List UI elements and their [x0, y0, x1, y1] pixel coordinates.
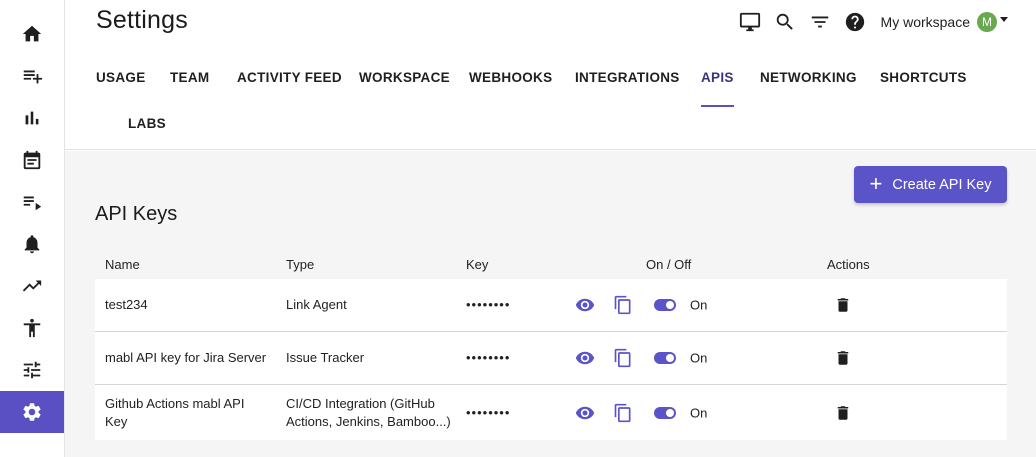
tab-team[interactable]: TEAM [170, 56, 209, 108]
copy-icon[interactable] [612, 347, 634, 369]
api-key-masked: •••••••• [466, 297, 511, 312]
sidebar-item-configuration[interactable] [0, 349, 64, 391]
tab-labs[interactable]: LABS [128, 102, 166, 154]
tab-usage[interactable]: USAGE [96, 56, 146, 108]
tab-integrations[interactable]: INTEGRATIONS [575, 56, 680, 108]
column-header-onoff: On / Off [646, 257, 692, 272]
create-api-key-button[interactable]: + Create API Key [854, 166, 1007, 203]
bar-chart-icon [25, 111, 39, 125]
column-header-name: Name [105, 257, 140, 272]
api-key-name: test234 [105, 297, 148, 312]
workspace-selector[interactable]: My workspace M [881, 12, 1008, 32]
avatar: M [977, 12, 997, 32]
create-api-key-label: Create API Key [892, 176, 992, 193]
api-key-type: Issue Tracker [286, 350, 365, 365]
eye-icon[interactable] [574, 294, 596, 316]
tab-activity-feed[interactable]: ACTIVITY FEED [237, 56, 342, 108]
enable-toggle[interactable] [654, 406, 676, 419]
copy-icon[interactable] [612, 294, 634, 316]
sidebar-item-accessibility[interactable] [0, 307, 64, 349]
tab-shortcuts[interactable]: SHORTCUTS [880, 56, 967, 108]
tab-workspace[interactable]: WORKSPACE [359, 56, 450, 108]
search-icon[interactable] [773, 10, 797, 34]
api-key-masked: •••••••• [466, 404, 511, 420]
section-title: API Keys [95, 203, 178, 225]
calendar-icon [23, 150, 41, 170]
api-key-masked: •••••••• [466, 350, 511, 365]
table-row: test234 Link Agent •••••••• On [95, 279, 1007, 332]
enable-toggle[interactable] [654, 352, 676, 364]
enable-toggle[interactable] [654, 299, 676, 311]
help-icon[interactable] [843, 10, 867, 34]
chevron-down-icon [1000, 17, 1008, 22]
sidebar-item-trends[interactable] [0, 265, 64, 307]
toggle-status: On [690, 297, 708, 313]
trending-up-icon [22, 280, 42, 292]
sidebar-item-home[interactable] [0, 13, 64, 55]
playlist-play-icon [23, 196, 42, 211]
sidebar-item-notifications[interactable] [0, 223, 64, 265]
sidebar-item-create[interactable] [0, 55, 64, 97]
page-header: Settings My workspace M USAGE TEAM ACTIV… [65, 0, 1036, 150]
column-header-key: Key [466, 257, 489, 272]
sidebar-item-settings[interactable] [0, 391, 64, 433]
filter-icon[interactable] [808, 10, 832, 34]
delete-icon[interactable] [832, 402, 854, 424]
sidebar [0, 0, 65, 457]
sidebar-item-tests[interactable] [0, 181, 64, 223]
toggle-status: On [690, 405, 708, 420]
column-header-actions: Actions [827, 257, 870, 272]
top-toolbar: My workspace M [738, 10, 1008, 34]
accessibility-icon [23, 318, 41, 338]
toggle-status: On [690, 350, 708, 366]
column-header-type: Type [286, 257, 315, 272]
api-key-name: Github Actions mabl API Key [105, 395, 245, 429]
bell-icon [24, 235, 40, 254]
main-content: + Create API Key API Keys Name Type Key … [65, 151, 1036, 457]
api-key-type: CI/CD Integration (GitHub Actions, Jenki… [286, 395, 451, 429]
gear-icon [23, 403, 41, 421]
desktop-icon[interactable] [738, 10, 762, 34]
table-row: mabl API key for Jira Server Issue Track… [95, 332, 1007, 385]
api-keys-table: Name Type Key On / Off Actions test234 L… [95, 244, 1007, 440]
eye-icon[interactable] [574, 402, 596, 424]
plus-icon: + [869, 170, 883, 196]
eye-icon[interactable] [574, 347, 596, 369]
sidebar-item-plans[interactable] [0, 139, 64, 181]
table-header: Name Type Key On / Off Actions [95, 244, 1007, 279]
tab-apis[interactable]: APIS [701, 56, 734, 108]
sidebar-item-insights[interactable] [0, 97, 64, 139]
home-icon [22, 25, 42, 42]
playlist-add-icon [23, 70, 43, 84]
workspace-label: My workspace [880, 14, 970, 30]
api-key-name: mabl API key for Jira Server [105, 350, 267, 365]
page-title: Settings [96, 6, 188, 34]
tune-icon [23, 361, 41, 379]
copy-icon[interactable] [612, 402, 634, 424]
tab-webhooks[interactable]: WEBHOOKS [469, 56, 552, 108]
api-key-type: Link Agent [286, 297, 347, 312]
delete-icon[interactable] [832, 294, 854, 316]
delete-icon[interactable] [832, 347, 854, 369]
table-row: Github Actions mabl API Key CI/CD Integr… [95, 385, 1007, 440]
tab-networking[interactable]: NETWORKING [760, 56, 857, 108]
